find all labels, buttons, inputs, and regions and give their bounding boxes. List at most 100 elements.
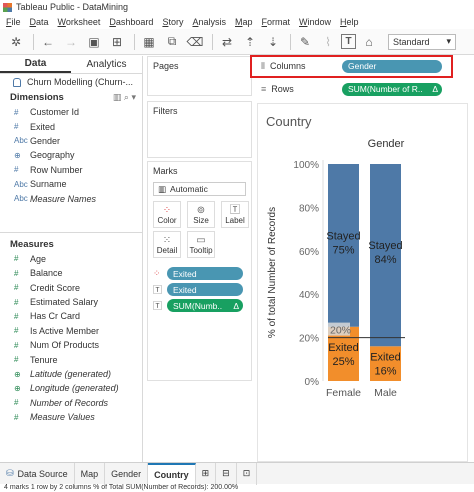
pages-card[interactable]: Pages xyxy=(147,56,252,96)
tab-data[interactable]: Data xyxy=(0,56,71,73)
text-icon: 🅃 xyxy=(153,285,163,295)
new-data-source-icon[interactable]: ⊞ xyxy=(107,33,127,51)
globe-icon: ⊕ xyxy=(14,383,21,393)
dimensions-tools[interactable]: ▥ ⌕ ▾ xyxy=(113,92,136,103)
mark-type-select[interactable]: ▥ Automatic xyxy=(153,182,246,196)
field-measure-names[interactable]: Abc Measure Names xyxy=(0,191,142,205)
field-measure-values[interactable]: # Measure Values xyxy=(0,410,142,424)
new-worksheet-icon[interactable]: ⊞ xyxy=(196,462,217,485)
menu-story[interactable]: Story xyxy=(162,17,183,27)
fix-axes-icon[interactable]: ⌂ xyxy=(359,33,379,51)
tab-country[interactable]: Country xyxy=(148,462,196,485)
back-arrow-icon[interactable]: ← xyxy=(38,33,58,51)
new-worksheet-icon[interactable]: ▦ xyxy=(139,33,159,51)
tooltip-button[interactable]: ▭ Tooltip xyxy=(187,231,215,258)
number-type-icon: # xyxy=(14,398,19,408)
field-customer-id[interactable]: # Customer Id xyxy=(0,105,142,119)
menu-window[interactable]: Window xyxy=(299,17,331,27)
exited-color-pill[interactable]: Exited xyxy=(167,267,243,280)
field-label: Latitude (generated) xyxy=(30,369,112,380)
menu-analysis[interactable]: Analysis xyxy=(192,17,226,27)
chevron-down-icon[interactable]: ▾ xyxy=(131,92,136,102)
field-longitude[interactable]: ⊕ Longitude (generated) xyxy=(0,381,142,395)
datasource-item[interactable]: Churn Modelling (Churn-... xyxy=(0,74,142,90)
tableau-icon[interactable]: ✲ xyxy=(6,33,26,51)
label-button[interactable]: 🅃 Label xyxy=(221,201,249,228)
data-pane: Data Analytics Churn Modelling (Churn-..… xyxy=(0,56,143,462)
number-type-icon: # xyxy=(14,311,19,321)
field-estimated-salary[interactable]: # Estimated Salary xyxy=(0,295,142,309)
field-balance[interactable]: # Balance xyxy=(0,266,142,280)
detail-button[interactable]: ⁙ Detail xyxy=(153,231,181,258)
y-axis-label: % of total Number of Records xyxy=(267,207,278,338)
toolbar-divider xyxy=(134,33,135,50)
view-icon[interactable]: ▥ xyxy=(113,92,122,102)
menu-bar: File Data Worksheet Dashboard Story Anal… xyxy=(0,14,474,29)
filters-card[interactable]: Filters xyxy=(147,101,252,158)
save-icon[interactable]: ▣ xyxy=(84,33,104,51)
menu-data[interactable]: Data xyxy=(30,17,49,27)
exited-label-pill[interactable]: Exited xyxy=(167,283,243,296)
tab-map[interactable]: Map xyxy=(75,462,106,485)
forward-arrow-icon[interactable]: → xyxy=(61,33,81,51)
size-icon: ⊚ xyxy=(196,204,206,216)
rows-shelf[interactable]: ≡ Rows SUM(Number of R.. Δ xyxy=(257,80,442,98)
sort-descending-icon[interactable]: ⇣ xyxy=(263,33,283,51)
tab-gender[interactable]: Gender xyxy=(105,462,149,485)
field-row-number[interactable]: # Row Number xyxy=(0,163,142,177)
field-age[interactable]: # Age xyxy=(0,252,142,266)
menu-format[interactable]: Format xyxy=(262,17,291,27)
sum-records-label-pill[interactable]: SUM(Numb.. Δ xyxy=(167,299,243,312)
menu-worksheet[interactable]: Worksheet xyxy=(58,17,101,27)
size-button[interactable]: ⊚ Size xyxy=(187,201,215,228)
swap-icon[interactable]: ⇄ xyxy=(217,33,237,51)
field-gender[interactable]: Abc Gender xyxy=(0,134,142,148)
field-number-of-records[interactable]: # Number of Records xyxy=(0,396,142,410)
label-label: Label xyxy=(225,215,245,225)
search-icon[interactable]: ⌕ xyxy=(124,92,129,102)
highlight-pen-icon[interactable]: ✎ xyxy=(295,33,315,51)
field-is-active-member[interactable]: # Is Active Member xyxy=(0,324,142,338)
menu-file[interactable]: File xyxy=(6,17,21,27)
field-num-of-products[interactable]: # Num Of Products xyxy=(0,338,142,352)
stacked-bar-chart[interactable]: Gender 0% 20% 40% 60% 80% 100% % of total Numbe… xyxy=(258,104,469,463)
clear-sheet-icon[interactable]: ⌫ xyxy=(185,33,205,51)
new-story-icon[interactable]: ⊡ xyxy=(237,462,258,485)
marks-buttons: ⁘ Color ⊚ Size 🅃 Label ⁙ Detail ▭ Tooltip xyxy=(153,201,251,258)
dimensions-title: Dimensions xyxy=(10,92,64,103)
field-surname[interactable]: Abc Surname xyxy=(0,177,142,191)
sum-records-row-pill[interactable]: SUM(Number of R.. Δ xyxy=(342,82,442,96)
dimensions-list: # Customer Id # Exited Abc Gender ⊕ Geograph… xyxy=(0,105,142,206)
tab-label: Data Source xyxy=(17,468,68,479)
string-type-icon: Abc xyxy=(14,136,28,146)
field-has-cr-card[interactable]: # Has Cr Card xyxy=(0,309,142,323)
number-type-icon: # xyxy=(14,340,19,350)
menu-help[interactable]: Help xyxy=(340,17,359,27)
new-dashboard-icon[interactable]: ⊟ xyxy=(216,462,237,485)
text-icon: 🅃 xyxy=(153,301,163,311)
marks-pill-row: ⁘ Exited xyxy=(153,267,251,280)
duplicate-icon[interactable]: ⧉ xyxy=(162,33,182,51)
tooltip-label: Tooltip xyxy=(189,245,213,255)
show-labels-icon[interactable]: T xyxy=(341,34,356,49)
data-label-stayed-value: 75% xyxy=(332,244,354,256)
menu-dashboard[interactable]: Dashboard xyxy=(109,17,153,27)
field-exited[interactable]: # Exited xyxy=(0,119,142,133)
tab-data-source[interactable]: ⛁ Data Source xyxy=(0,462,75,485)
menu-map[interactable]: Map xyxy=(235,17,253,27)
field-geography[interactable]: ⊕ Geography xyxy=(0,148,142,162)
geographic-type-icon: ⊕ xyxy=(14,150,21,160)
color-button[interactable]: ⁘ Color xyxy=(153,201,181,228)
tab-analytics[interactable]: Analytics xyxy=(71,56,142,73)
dimensions-header: Dimensions ▥ ⌕ ▾ xyxy=(0,90,142,105)
delta-icon: Δ xyxy=(432,84,438,94)
field-latitude[interactable]: ⊕ Latitude (generated) xyxy=(0,367,142,381)
sort-ascending-icon[interactable]: ⇡ xyxy=(240,33,260,51)
field-tenure[interactable]: # Tenure xyxy=(0,352,142,366)
marks-pill-row: 🅃 Exited xyxy=(153,283,251,296)
color-dots-icon: ⁘ xyxy=(162,204,172,216)
fit-select[interactable]: Standard ▾ xyxy=(388,33,456,50)
field-credit-score[interactable]: # Credit Score xyxy=(0,281,142,295)
marks-card: Marks ▥ Automatic ⁘ Color ⊚ Size 🅃 Label ⁙ D… xyxy=(147,161,252,381)
group-paperclip-icon[interactable]: ⌇ xyxy=(318,33,338,51)
